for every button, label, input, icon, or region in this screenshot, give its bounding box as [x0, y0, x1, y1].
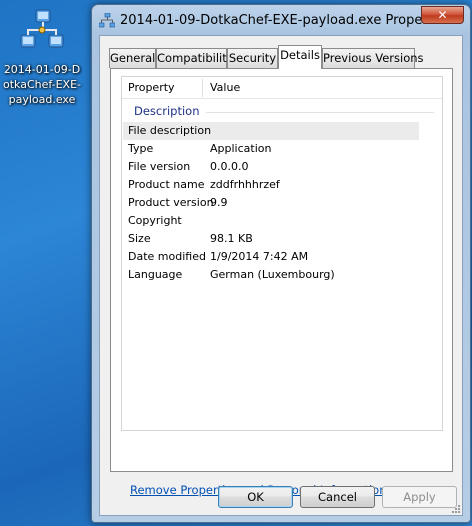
close-button[interactable]: ✕ [421, 6, 464, 24]
property-name: Product version [128, 196, 214, 209]
tab-security[interactable]: Security [227, 48, 278, 68]
window-title: 2014-01-09-DotkaChef-EXE-payload.exe Pro… [120, 13, 452, 28]
list-item[interactable]: Size 98.1 KB [123, 230, 419, 248]
property-value: 98.1 KB [210, 232, 253, 245]
properties-window: 2014-01-09-DotkaChef-EXE-payload.exe Pro… [91, 4, 471, 523]
details-panel: Property Value Description File descript… [110, 68, 453, 497]
group-divider [206, 112, 434, 113]
column-divider[interactable] [202, 79, 203, 97]
property-name: File version [128, 160, 191, 173]
property-value: 0.0.0.0 [210, 160, 249, 173]
property-value: zddfrhhhrzef [210, 178, 280, 191]
details-list[interactable]: Property Value Description File descript… [121, 76, 443, 431]
property-value: Application [210, 142, 272, 155]
tab-general[interactable]: General [109, 48, 156, 68]
tab-compatibility[interactable]: Compatibility [156, 48, 234, 68]
property-value: German (Luxembourg) [210, 268, 335, 281]
network-program-icon [20, 9, 64, 48]
ok-button[interactable]: OK [218, 486, 293, 508]
property-name: File description [128, 124, 212, 137]
property-name: Language [128, 268, 183, 281]
tab-details[interactable]: Details [278, 45, 322, 69]
list-item[interactable]: Product name zddfrhhhrzef [123, 176, 419, 194]
column-header-value[interactable]: Value [210, 81, 240, 94]
title-bar[interactable]: 2014-01-09-DotkaChef-EXE-payload.exe Pro… [92, 5, 470, 35]
list-item[interactable]: File version 0.0.0.0 [123, 158, 419, 176]
list-item[interactable]: Language German (Luxembourg) [123, 266, 419, 284]
network-program-icon [99, 13, 115, 28]
property-name: Product name [128, 178, 205, 191]
cancel-button[interactable]: Cancel [300, 486, 375, 508]
list-header: Property Value [122, 77, 442, 99]
property-name: Type [128, 142, 154, 155]
resize-grip-icon[interactable] [450, 503, 460, 513]
list-item[interactable]: File description [123, 122, 419, 140]
desktop-file-label: 2014-01-09-DotkaChef-EXE-payload.exe [2, 63, 82, 106]
desktop-file-icon[interactable]: 2014-01-09-DotkaChef-EXE-payload.exe [2, 8, 82, 107]
property-name: Size [128, 232, 151, 245]
close-icon: ✕ [437, 8, 448, 22]
column-header-property[interactable]: Property [128, 81, 175, 94]
property-name: Date modified [128, 250, 206, 263]
group-header-description: Description [134, 104, 200, 118]
tab-previous-versions[interactable]: Previous Versions [322, 48, 424, 68]
property-name: Copyright [128, 214, 182, 227]
list-item[interactable]: Date modified 1/9/2014 7:42 AM [123, 248, 419, 266]
property-value: 1/9/2014 7:42 AM [210, 250, 309, 263]
list-item[interactable]: Product version 9.9 [123, 194, 419, 212]
list-item[interactable]: Type Application [123, 140, 419, 158]
apply-button[interactable]: Apply [382, 486, 457, 508]
dialog-body: General Compatibility Security Details P… [99, 35, 463, 516]
property-value: 9.9 [210, 196, 228, 209]
list-item[interactable]: Copyright [123, 212, 419, 230]
